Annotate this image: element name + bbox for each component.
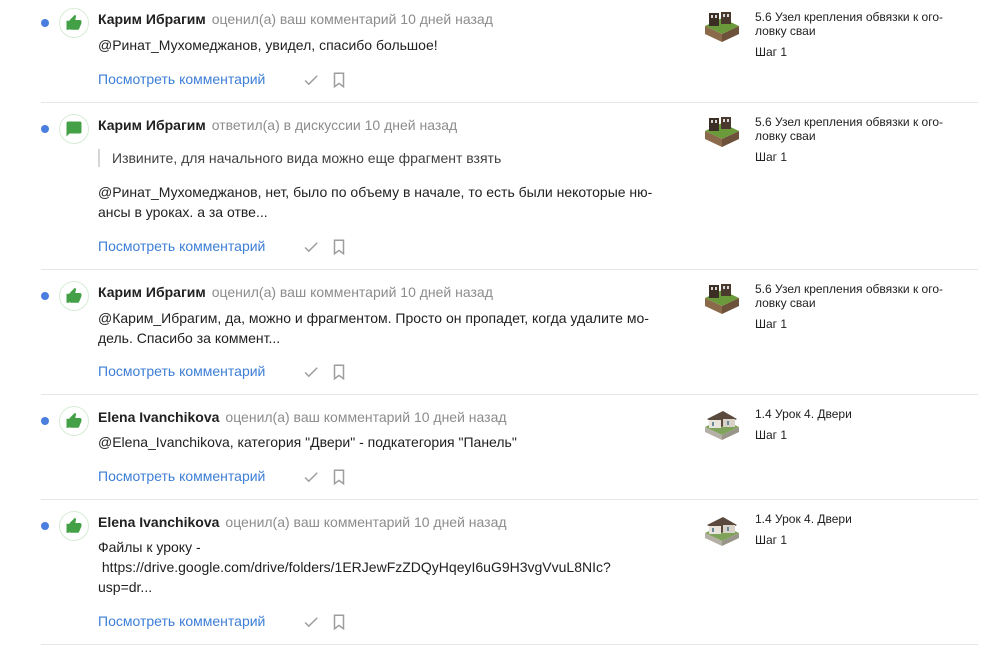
thumbs-up-icon: [59, 406, 89, 436]
lesson-step[interactable]: Шаг 1: [755, 533, 787, 547]
lesson-thumbnail[interactable]: [703, 10, 741, 44]
comment-text: @Ринат_Мухомеджанов, увидел, спасибо бол…: [98, 37, 438, 53]
mark-read-check-icon[interactable]: [302, 238, 320, 256]
lesson-step[interactable]: Шаг 1: [755, 317, 787, 331]
divider: [41, 269, 978, 270]
action-text: ответил(а) в дискуссии 10 дней назад: [211, 117, 458, 133]
author-name[interactable]: Elena Ivanchikova: [98, 409, 219, 425]
lesson-step[interactable]: Шаг 1: [755, 150, 787, 164]
divider: [41, 644, 978, 645]
thumbs-up-icon: [59, 511, 89, 541]
notification-header: Карим Ибрагим оценил(а) ваш комментарий 1…: [98, 283, 493, 301]
lesson-title[interactable]: 5.6 Узел крепления обвязки к ого- ловку …: [755, 10, 970, 38]
action-text: оценил(а) ваш комментарий 10 дней назад: [225, 409, 507, 425]
notification-header: Карим Ибрагим ответил(а) в дискуссии 10 д…: [98, 116, 457, 134]
author-name[interactable]: Карим Ибрагим: [98, 11, 206, 27]
bookmark-icon[interactable]: [330, 468, 348, 486]
bookmark-icon[interactable]: [330, 613, 348, 631]
mark-read-check-icon[interactable]: [302, 71, 320, 89]
lesson-step[interactable]: Шаг 1: [755, 45, 787, 59]
author-name[interactable]: Elena Ivanchikova: [98, 514, 219, 530]
mark-read-check-icon[interactable]: [302, 363, 320, 381]
unread-dot: [41, 125, 49, 133]
unread-dot: [41, 522, 49, 530]
action-text: оценил(а) ваш комментарий 10 дней назад: [225, 514, 507, 530]
view-comment-link[interactable]: Посмотреть комментарий: [98, 612, 265, 630]
view-comment-link[interactable]: Посмотреть комментарий: [98, 362, 265, 380]
thumbs-up-icon: [59, 8, 89, 38]
mark-read-check-icon[interactable]: [302, 613, 320, 631]
notification-header: Elena Ivanchikova оценил(а) ваш комментар…: [98, 513, 507, 531]
action-text: оценил(а) ваш комментарий 10 дней назад: [211, 284, 493, 300]
action-text: оценил(а) ваш комментарий 10 дней назад: [211, 11, 493, 27]
comment-text: Файлы к уроку - https://drive.google.com…: [98, 539, 611, 595]
lesson-title[interactable]: 1.4 Урок 4. Двери: [755, 407, 970, 421]
view-comment-link[interactable]: Посмотреть комментарий: [98, 237, 265, 255]
bookmark-icon[interactable]: [330, 71, 348, 89]
lesson-thumbnail[interactable]: [703, 115, 741, 149]
mark-read-check-icon[interactable]: [302, 468, 320, 486]
lesson-title[interactable]: 5.6 Узел крепления обвязки к ого- ловку …: [755, 115, 970, 143]
author-name[interactable]: Карим Ибрагим: [98, 117, 206, 133]
notification-header: Elena Ivanchikova оценил(а) ваш комментар…: [98, 408, 507, 426]
comment-icon: [59, 114, 89, 144]
view-comment-link[interactable]: Посмотреть комментарий: [98, 70, 265, 88]
thumbs-up-icon: [59, 281, 89, 311]
comment-text: @Карим_Ибрагим, да, можно и фрагментом. …: [98, 310, 649, 346]
lesson-thumbnail[interactable]: [703, 513, 741, 547]
comment-text: @Ринат_Мухомеджанов, нет, было по объему…: [98, 184, 653, 220]
bookmark-icon[interactable]: [330, 363, 348, 381]
lesson-title[interactable]: 5.6 Узел крепления обвязки к ого- ловку …: [755, 282, 970, 310]
lesson-title[interactable]: 1.4 Урок 4. Двери: [755, 512, 970, 526]
lesson-step[interactable]: Шаг 1: [755, 428, 787, 442]
notification-header: Карим Ибрагим оценил(а) ваш комментарий 1…: [98, 10, 493, 28]
lesson-thumbnail[interactable]: [703, 407, 741, 441]
divider: [41, 499, 978, 500]
unread-dot: [41, 19, 49, 27]
unread-dot: [41, 292, 49, 300]
quoted-text: Извините, для начального вида можно еще …: [98, 149, 501, 167]
unread-dot: [41, 417, 49, 425]
lesson-thumbnail[interactable]: [703, 282, 741, 316]
author-name[interactable]: Карим Ибрагим: [98, 284, 206, 300]
divider: [41, 102, 978, 103]
divider: [41, 394, 978, 395]
view-comment-link[interactable]: Посмотреть комментарий: [98, 467, 265, 485]
comment-text: @Elena_Ivanchikova, категория "Двери" - …: [98, 434, 517, 450]
bookmark-icon[interactable]: [330, 238, 348, 256]
